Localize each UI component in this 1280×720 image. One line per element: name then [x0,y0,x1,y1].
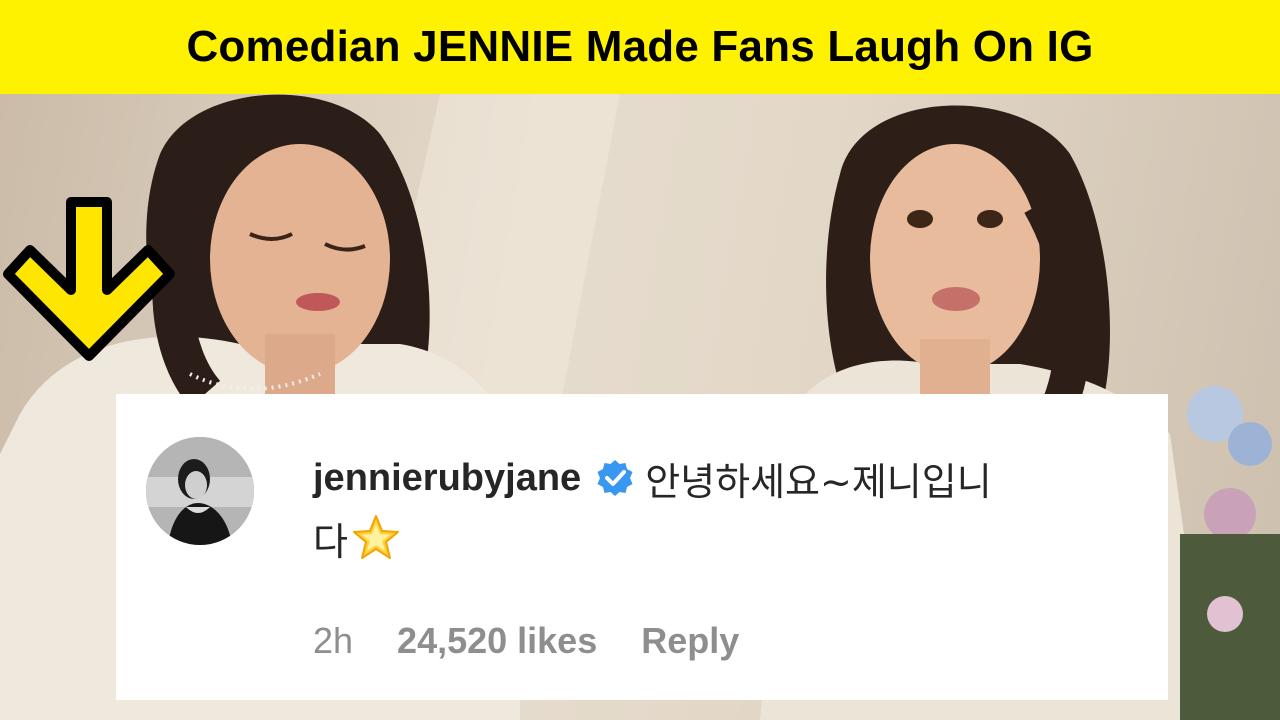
comment-line-2: 다 [313,510,402,566]
comment-timestamp: 2h [313,620,354,661]
banner-title: Comedian JENNIE Made Fans Laugh On IG [186,22,1094,71]
down-arrow-icon [3,197,175,361]
flowers [1180,386,1280,720]
reply-button[interactable]: Reply [641,620,739,662]
glowing-star-icon [352,515,399,559]
comment-text-part-1: 안녕하세요~제니입니 [645,459,992,504]
username-link[interactable]: jennierubyjane [313,457,581,500]
avatar[interactable] [146,437,254,545]
avatar-photo [146,437,254,545]
likes-count[interactable]: 24,520 likes [397,620,597,662]
verified-badge-icon [597,460,633,496]
comment-meta-row: 2h 24,520 likes Reply [313,614,739,668]
comment-line-1: jennierubyjane 안녕하세요~제니입니 [313,448,992,508]
title-banner: Comedian JENNIE Made Fans Laugh On IG [0,0,1280,94]
comment-text-part-2: 다 [313,519,348,564]
